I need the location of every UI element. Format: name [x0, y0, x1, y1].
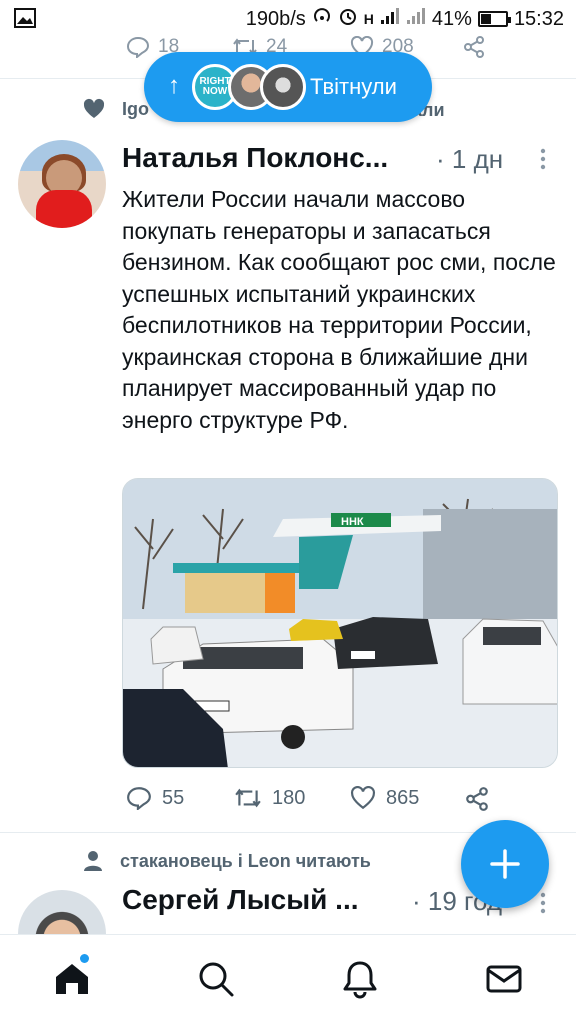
social-context: стакановець і Leon читають: [82, 850, 371, 872]
nav-messages[interactable]: [484, 959, 528, 1003]
home-icon: [56, 964, 88, 994]
more-options-icon[interactable]: [540, 148, 546, 170]
status-right: 190b/s H 41% 15:32: [246, 6, 564, 32]
network-speed: 190b/s: [245, 7, 306, 30]
tweet-actions: 55 180 865: [122, 786, 562, 816]
avatar: [260, 64, 306, 110]
author-name[interactable]: Наталья Поклонс...: [122, 142, 388, 174]
station-sign: ННК: [341, 516, 364, 528]
retweet-count: 180: [272, 786, 306, 809]
compose-tweet-button[interactable]: [461, 820, 549, 908]
reply-count: 55: [162, 786, 185, 809]
tweet-media-image[interactable]: ННК: [122, 478, 558, 768]
signal-icon: [380, 7, 400, 31]
bell-icon: [343, 961, 377, 999]
clock: 15:32: [513, 7, 564, 30]
status-bar: 190b/s H 41% 15:32: [0, 0, 576, 38]
hotspot-icon: [312, 6, 332, 32]
tweet-text: Жители России начали массово покупать ге…: [122, 186, 556, 433]
new-content-dot: [80, 954, 89, 963]
new-tweets-label: Твітнули: [310, 74, 397, 99]
arrow-up-icon: ↑: [168, 72, 180, 99]
nav-search[interactable]: [196, 959, 240, 1003]
network-type: H: [363, 11, 374, 27]
alarm-icon: [338, 6, 358, 32]
new-tweets-pill[interactable]: ↑ RIGHT NOW Твітнули: [144, 52, 432, 122]
like-button[interactable]: 865: [350, 786, 419, 810]
reply-icon: [127, 787, 151, 810]
share-icon: [466, 787, 488, 811]
nav-home[interactable]: [52, 959, 96, 1003]
social-context-text: стакановець і Leon читають: [120, 850, 371, 871]
battery-percent: 41%: [431, 7, 472, 30]
retweet-icon: [235, 788, 261, 808]
heart-icon: [351, 786, 375, 810]
nav-notifications[interactable]: [340, 959, 384, 1003]
signal-icon-2: [406, 7, 426, 31]
share-icon: [464, 36, 484, 58]
mail-icon: [486, 965, 522, 993]
like-count: 865: [386, 786, 420, 809]
retweet-button[interactable]: 180: [234, 786, 305, 810]
tweet-time: · 1 дн: [436, 144, 504, 174]
social-context: Igo али: [82, 98, 445, 120]
share-button[interactable]: [464, 786, 490, 812]
reply-icon: [126, 36, 150, 58]
more-options-icon[interactable]: [540, 892, 546, 914]
author-name[interactable]: Сергей Лысый ...: [122, 884, 359, 916]
tweet-header: Наталья Поклонс... · 1 дн: [122, 142, 552, 182]
prev-share-button[interactable]: [462, 35, 486, 59]
bottom-nav: [0, 934, 576, 1024]
search-icon: [199, 962, 234, 997]
reply-button[interactable]: 55: [126, 786, 184, 810]
heart-icon: [83, 98, 105, 118]
gallery-icon: [14, 8, 36, 34]
person-icon: [84, 851, 102, 871]
battery-icon: [477, 11, 511, 27]
avatar[interactable]: [18, 140, 106, 228]
social-context-text: Igo: [122, 98, 149, 119]
compose-icon: [490, 849, 520, 879]
